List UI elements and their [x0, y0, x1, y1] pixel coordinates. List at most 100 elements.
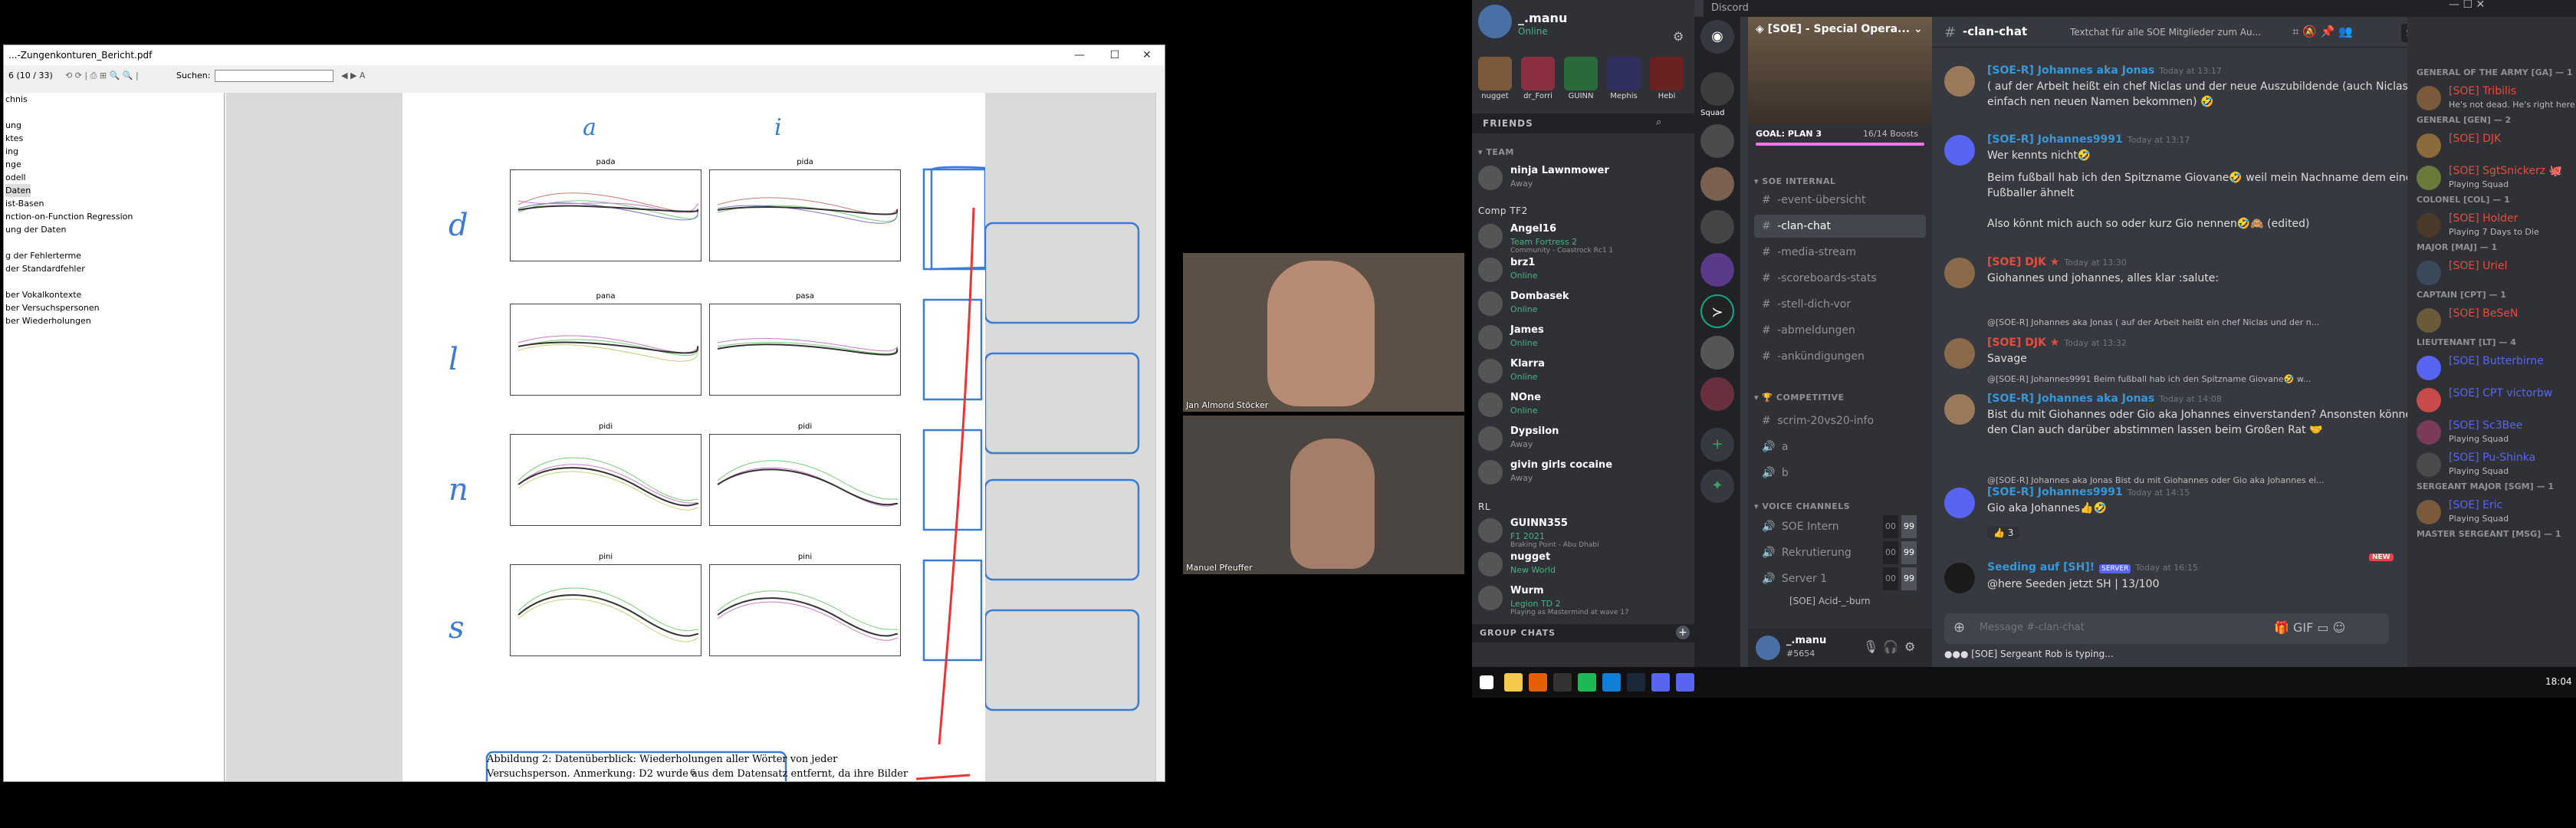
outline-item[interactable]: ber Vokalkontexte	[4, 288, 224, 301]
add-server-icon[interactable]: +	[1700, 428, 1734, 462]
message-input-box[interactable]: ⊕ Message #-clan-chat 🎁 GIF ▭ ☺	[1944, 613, 2389, 644]
channel-item[interactable]: 🔊 a	[1754, 435, 1926, 458]
message-avatar[interactable]	[1944, 135, 1975, 166]
friend-row[interactable]: ninja Lawnmower Away	[1478, 163, 1688, 193]
quick-friend[interactable]: Mephis	[1604, 55, 1644, 103]
member-row[interactable]: [SOE] Uriel	[2417, 258, 2570, 288]
channel-item[interactable]: 🔊 b	[1754, 462, 1926, 485]
channel-item[interactable]: # scrim-20vs20-info	[1754, 409, 1926, 432]
category-competitive[interactable]: ▾ 🏆 COMPETITIVE	[1754, 393, 1845, 402]
friend-row[interactable]: Dypsilon Away	[1478, 423, 1688, 454]
steam-icon[interactable]	[1627, 673, 1645, 692]
discord-taskbar-icon[interactable]	[1676, 673, 1694, 692]
server-folder-icon[interactable]	[1700, 336, 1734, 370]
app-icon[interactable]	[1602, 673, 1621, 692]
outline-item[interactable]: ber Wiederholungen	[4, 314, 224, 327]
discord-taskbar-icon[interactable]	[1651, 673, 1670, 692]
server-icon[interactable]	[1700, 124, 1734, 158]
friend-row[interactable]: GUINN355 F1 2021 Braking Point - Abu Dhabi	[1478, 515, 1688, 549]
outline-item[interactable]: nge	[4, 158, 224, 171]
voice-channel[interactable]: 🔊 Rekrutierung 00 99	[1754, 541, 1926, 564]
outline-item[interactable]	[4, 275, 224, 288]
user-avatar[interactable]	[1478, 5, 1512, 38]
message-avatar[interactable]	[1944, 338, 1975, 369]
home-icon[interactable]: ◉	[1700, 20, 1734, 54]
reaction-badge[interactable]: 👍 3	[1987, 527, 2020, 539]
outline-item[interactable]: ung der Daten	[4, 223, 224, 236]
quick-friend[interactable]: Hebi	[1647, 55, 1687, 103]
voice-channel[interactable]: 🔊 SOE Intern 00 99	[1754, 515, 1926, 538]
maximize-icon[interactable]: ☐	[1097, 45, 1132, 65]
member-row[interactable]: [SOE] Holder Playing 7 Days to Die	[2417, 210, 2570, 241]
outline-item[interactable]: Daten	[4, 184, 224, 197]
server-name[interactable]: ◈ [SOE] - Special Opera... ⌄	[1756, 23, 1923, 35]
page-indicator[interactable]: 6 (10 / 33)	[8, 71, 53, 80]
quick-friend[interactable]: GUINN	[1561, 55, 1601, 103]
minimize-icon[interactable]: —	[1062, 45, 1097, 65]
terminal-server-icon[interactable]: ≻	[1700, 294, 1734, 328]
outline-item[interactable]	[4, 106, 224, 119]
attach-icon[interactable]: ⊕	[1953, 619, 1965, 636]
app-icon[interactable]	[1553, 673, 1572, 692]
message-avatar[interactable]	[1944, 258, 1975, 288]
reply-preview[interactable]: @[SOE-R] Johannes aka Jonas Bist du mit …	[1987, 475, 2417, 485]
channel-item[interactable]: # -ankündigungen	[1754, 345, 1926, 368]
group-chats-bar[interactable]: GROUP CHATS +	[1472, 624, 1694, 642]
add-group-icon[interactable]: +	[1676, 626, 1690, 639]
outline-item[interactable]: ktes	[4, 132, 224, 145]
message-input[interactable]: Message #-clan-chat	[1980, 622, 2085, 633]
outline-item[interactable]: ung	[4, 119, 224, 132]
outline-item[interactable]: g der Fehlerterme	[4, 249, 224, 262]
channel-item[interactable]: # -scoreboards-stats	[1754, 267, 1926, 290]
quick-friend[interactable]: dr_Forri	[1518, 55, 1558, 103]
member-row[interactable]: [SOE] Pu-Shinka Playing Squad	[2417, 449, 2570, 480]
quick-friend[interactable]: nugget	[1475, 55, 1515, 103]
member-row[interactable]: [SOE] Butterbirne	[2417, 353, 2570, 383]
message-author[interactable]: [SOE-R] Johannes aka Jonas	[1987, 64, 2154, 77]
message-author[interactable]: [SOE-R] Johannes aka Jonas	[1987, 393, 2154, 405]
message-avatar[interactable]	[1944, 394, 1975, 425]
window-controls-icon[interactable]: — ☐ ✕	[2449, 0, 2485, 11]
friend-row[interactable]: Klarra Online	[1478, 356, 1688, 386]
channel-item[interactable]: # -media-stream	[1754, 241, 1926, 264]
message-avatar[interactable]	[1944, 563, 1975, 593]
nav-arrows-icon[interactable]: ◀ ▶ A	[341, 68, 365, 84]
server-folder-icon[interactable]	[1700, 377, 1734, 411]
member-row[interactable]: [SOE] DJK	[2417, 130, 2570, 161]
search-icon[interactable]: ⌕	[1656, 117, 1661, 128]
outline-item[interactable]	[4, 236, 224, 249]
friend-row[interactable]: Angel16 Team Fortress 2 Community - Coastr…	[1478, 221, 1688, 255]
start-icon[interactable]	[1480, 675, 1493, 689]
outline-item[interactable]: der Standardfehler	[4, 262, 224, 275]
message-avatar[interactable]	[1944, 66, 1975, 97]
outline-item[interactable]: nction-on-Function Regression	[4, 210, 224, 223]
mic-icon[interactable]: 🎙	[1863, 639, 1878, 654]
channel-item[interactable]: # -stell-dich-vor	[1754, 293, 1926, 316]
category-voice[interactable]: ▾ VOICE CHANNELS	[1754, 501, 1850, 511]
message-author[interactable]: Seeding auf [SH]!	[1987, 561, 2095, 573]
friend-row[interactable]: Dombasek Online	[1478, 288, 1688, 319]
firefox-icon[interactable]	[1529, 673, 1547, 692]
member-row[interactable]: [SOE] Tribilis He's not dead. He's right …	[2417, 83, 2576, 113]
toolbar-icons[interactable]: ⟲ ⟳ | ⎙ ⊞ 🔍 🔍 |	[65, 68, 139, 84]
friend-row[interactable]: James Online	[1478, 322, 1688, 353]
user-panel-avatar[interactable]	[1756, 636, 1780, 660]
message-author[interactable]: [SOE-R] Johannes9991	[1987, 486, 2123, 498]
header-tools-icon[interactable]: ⌗ 🔕 📌 👥	[2292, 25, 2353, 38]
member-row[interactable]: [SOE] SgtSnickerz 🐙 Playing Squad	[2417, 163, 2570, 193]
channel-item[interactable]: # -clan-chat	[1754, 215, 1926, 238]
server-icon[interactable]	[1700, 72, 1734, 106]
outline-item[interactable]: odell	[4, 171, 224, 184]
folder-icon[interactable]	[1504, 673, 1523, 692]
server-icon[interactable]	[1700, 253, 1734, 287]
search-input[interactable]	[215, 70, 334, 82]
friend-row[interactable]: brz1 Online	[1478, 255, 1688, 285]
outline-item[interactable]: ing	[4, 145, 224, 158]
channel-item[interactable]: # -abmeldungen	[1754, 319, 1926, 342]
category-soe-internal[interactable]: ▾ SOE INTERNAL	[1754, 176, 1836, 186]
voice-channel[interactable]: 🔊 Server 1 00 99	[1754, 567, 1926, 590]
video-tile-top[interactable]: Jan Almond Stöcker	[1183, 253, 1464, 412]
new-messages-badge[interactable]: NEW	[2369, 554, 2394, 561]
message-avatar[interactable]	[1944, 488, 1975, 518]
gear-icon[interactable]: ⚙	[1673, 29, 1684, 44]
